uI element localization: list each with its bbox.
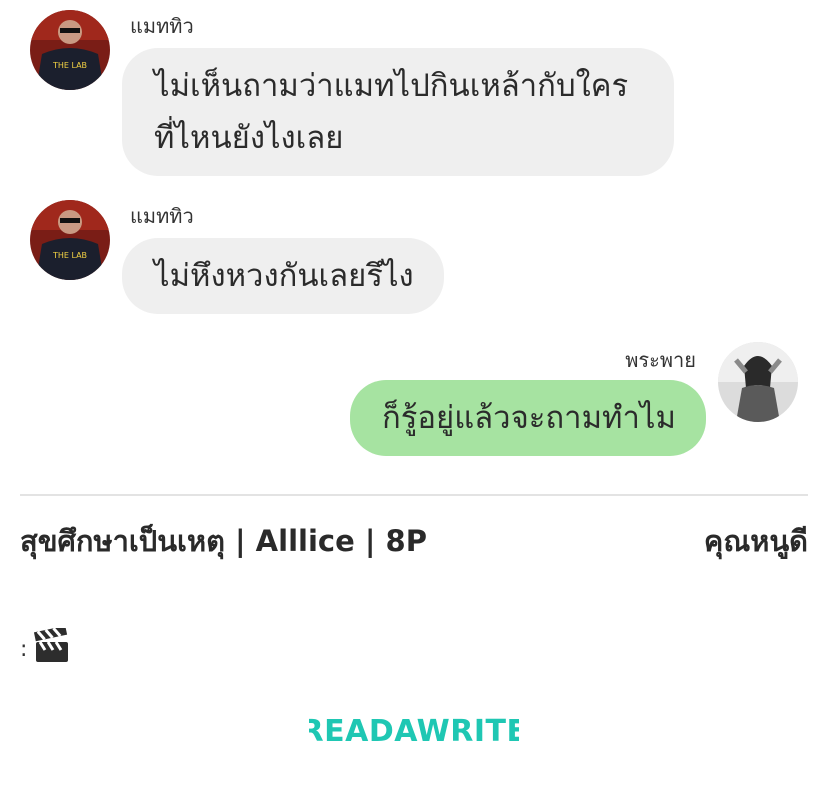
message-text: ที่ไหนยังไงเลย	[154, 120, 344, 156]
divider	[20, 494, 808, 496]
message-text: ไม่เห็นถามว่าแมทไปกินเหล้ากับใคร	[154, 68, 629, 104]
story-author[interactable]: คุณหนูดี	[704, 518, 808, 564]
svg-text:THE LAB: THE LAB	[52, 61, 87, 70]
sender-name: พระพาย	[625, 348, 696, 372]
clapperboard-icon	[33, 625, 71, 670]
sender-name: แมททิว	[130, 204, 194, 228]
story-title[interactable]: สุขศึกษาเป็นเหตุ | Alllice | 8P	[20, 518, 440, 564]
note-prefix: :	[20, 636, 28, 662]
story-note: :	[20, 625, 71, 670]
message-text: ไม่หึงหวงกันเลยรึไง	[154, 258, 414, 294]
message-bubble[interactable]: ไม่เห็นถามว่าแมทไปกินเหล้ากับใคร ที่ไหนย…	[122, 48, 674, 176]
readawrite-logo: READAWRITE	[309, 714, 519, 749]
avatar-praphai[interactable]	[718, 342, 798, 422]
sender-name: แมททิว	[130, 14, 194, 38]
message-bubble[interactable]: ก็รู้อยู่แล้วจะถามทำไม	[350, 380, 706, 456]
avatar-mattew[interactable]: THE LAB	[30, 10, 110, 90]
message-text: ก็รู้อยู่แล้วจะถามทำไม	[382, 400, 676, 436]
avatar-mattew[interactable]: THE LAB	[30, 200, 110, 280]
svg-text:THE LAB: THE LAB	[52, 251, 87, 260]
svg-text:READAWRITE: READAWRITE	[309, 714, 519, 749]
message-bubble[interactable]: ไม่หึงหวงกันเลยรึไง	[122, 238, 444, 314]
brand-logo[interactable]: READAWRITE	[0, 706, 828, 750]
